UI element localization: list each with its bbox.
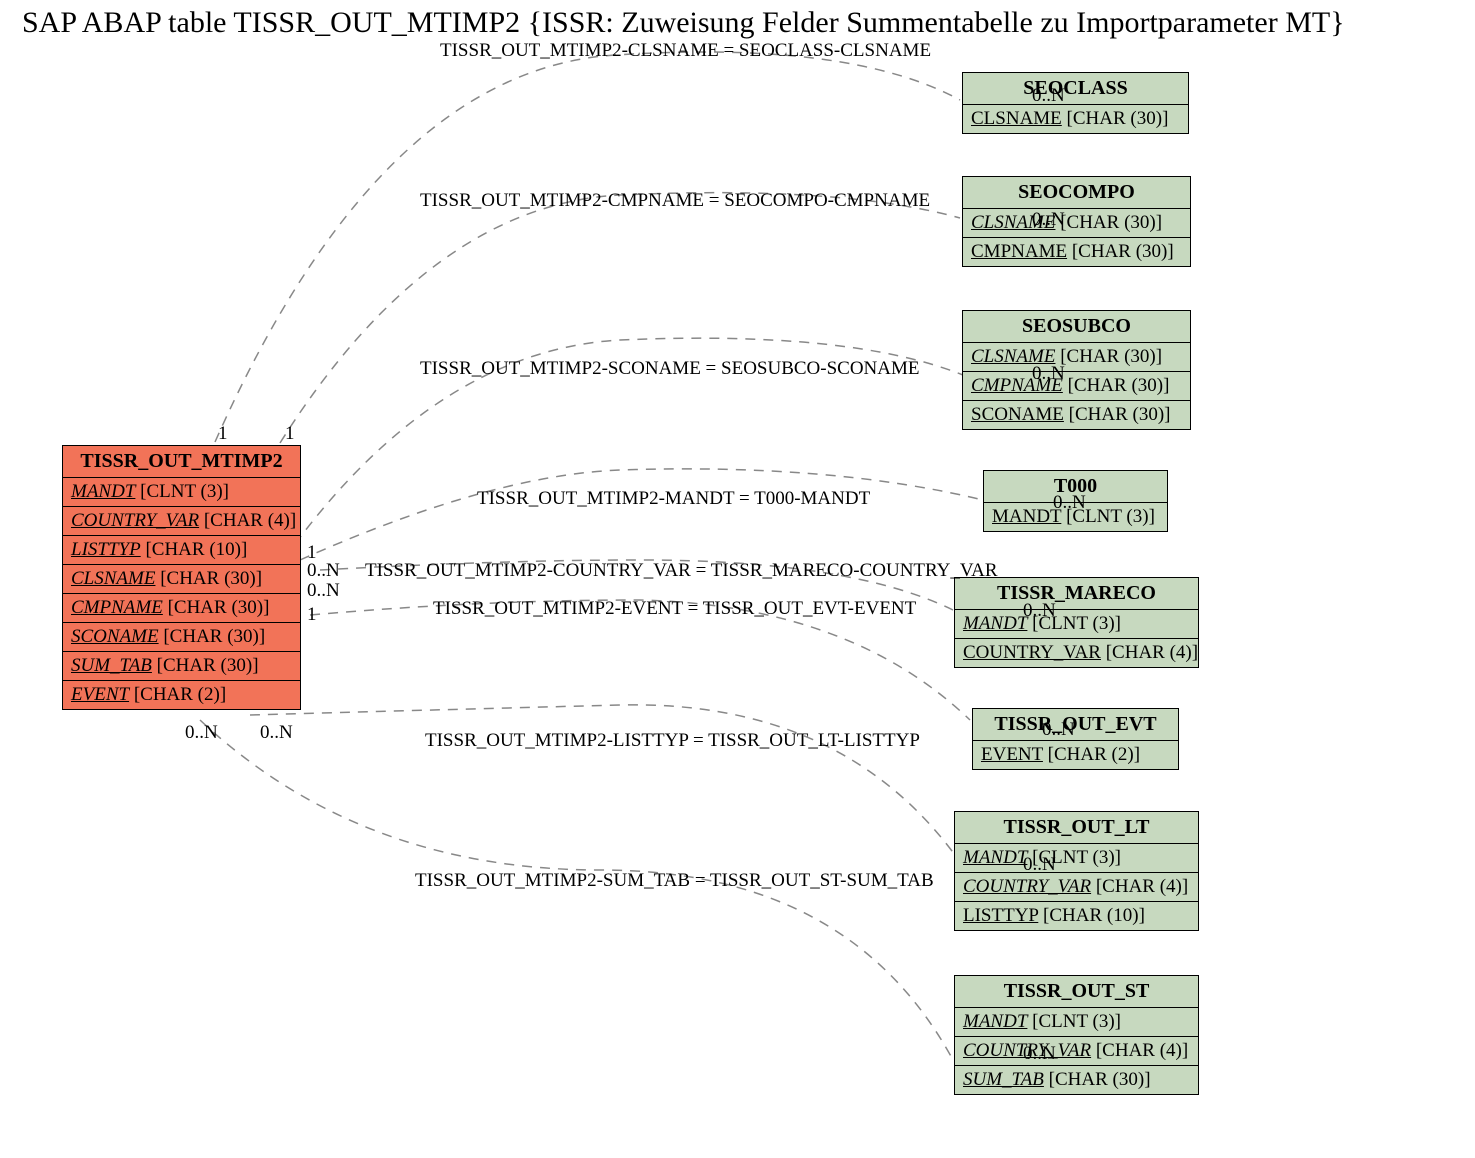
relation-label: TISSR_OUT_MTIMP2-COUNTRY_VAR = TISSR_MAR… [365,560,998,582]
relation-label: TISSR_OUT_MTIMP2-CLSNAME = SEOCLASS-CLSN… [440,40,931,62]
cardinality: 0..N [1023,1043,1056,1065]
entity-seosubco: SEOSUBCO CLSNAME [CHAR (30)] CMPNAME [CH… [962,310,1191,430]
entity-title: TISSR_OUT_LT [955,812,1198,844]
cardinality: 0..N [1032,363,1065,385]
entity-tissr-out-lt: TISSR_OUT_LT MANDT [CLNT (3)] COUNTRY_VA… [954,811,1199,931]
entity-field: SUM_TAB [CHAR (30)] [955,1066,1198,1094]
cardinality: 0..N [185,722,218,744]
entity-title: SEOCOMPO [963,177,1190,209]
relation-label: TISSR_OUT_MTIMP2-SCONAME = SEOSUBCO-SCON… [420,358,920,380]
entity-field: EVENT [CHAR (2)] [63,681,300,709]
entity-title: SEOSUBCO [963,311,1190,343]
entity-field: SUM_TAB [CHAR (30)] [63,652,300,681]
cardinality: 0..N [1023,854,1056,876]
entity-field: CMPNAME [CHAR (30)] [963,372,1190,401]
entity-field: MANDT [CLNT (3)] [955,844,1198,873]
entity-tissr-out-st: TISSR_OUT_ST MANDT [CLNT (3)] COUNTRY_VA… [954,975,1199,1095]
entity-field: MANDT [CLNT (3)] [63,478,300,507]
entity-title: TISSR_OUT_EVT [973,709,1178,741]
entity-field: SCONAME [CHAR (30)] [63,623,300,652]
relation-label: TISSR_OUT_MTIMP2-CMPNAME = SEOCOMPO-CMPN… [420,190,930,212]
cardinality: 0..N [1032,85,1065,107]
cardinality: 0..N [307,560,340,582]
relation-label: TISSR_OUT_MTIMP2-MANDT = T000-MANDT [477,488,870,510]
entity-field: CLSNAME [CHAR (30)] [963,209,1190,238]
entity-field: SCONAME [CHAR (30)] [963,401,1190,429]
entity-tissr-mareco: TISSR_MARECO MANDT [CLNT (3)] COUNTRY_VA… [954,577,1199,668]
cardinality: 1 [307,604,317,626]
entity-title: TISSR_OUT_ST [955,976,1198,1008]
entity-field: LISTTYP [CHAR (10)] [955,902,1198,930]
cardinality: 1 [218,423,228,445]
page-title: SAP ABAP table TISSR_OUT_MTIMP2 {ISSR: Z… [22,6,1345,40]
entity-field: CLSNAME [CHAR (30)] [963,105,1188,133]
cardinality: 0..N [1053,492,1086,514]
relation-label: TISSR_OUT_MTIMP2-LISTTYP = TISSR_OUT_LT-… [425,730,920,752]
cardinality: 0..N [1023,600,1056,622]
entity-field: MANDT [CLNT (3)] [955,610,1198,639]
cardinality: 0..N [1032,209,1065,231]
entity-seocompo: SEOCOMPO CLSNAME [CHAR (30)] CMPNAME [CH… [962,176,1191,267]
relation-label: TISSR_OUT_MTIMP2-EVENT = TISSR_OUT_EVT-E… [433,598,916,620]
entity-seoclass: SEOCLASS CLSNAME [CHAR (30)] [962,72,1189,134]
entity-title: SEOCLASS [963,73,1188,105]
cardinality: 0..N [307,580,340,602]
entity-field: COUNTRY_VAR [CHAR (4)] [955,639,1198,667]
entity-tissr-out-mtimp2: TISSR_OUT_MTIMP2 MANDT [CLNT (3)] COUNTR… [62,445,301,710]
entity-field: COUNTRY_VAR [CHAR (4)] [63,507,300,536]
entity-field: CLSNAME [CHAR (30)] [63,565,300,594]
entity-field: MANDT [CLNT (3)] [955,1008,1198,1037]
cardinality: 1 [285,423,295,445]
entity-title: TISSR_MARECO [955,578,1198,610]
entity-field: CMPNAME [CHAR (30)] [963,238,1190,266]
relation-label: TISSR_OUT_MTIMP2-SUM_TAB = TISSR_OUT_ST-… [415,870,934,892]
entity-field: LISTTYP [CHAR (10)] [63,536,300,565]
cardinality: 0..N [1042,719,1075,741]
entity-field: EVENT [CHAR (2)] [973,741,1178,769]
entity-field: CMPNAME [CHAR (30)] [63,594,300,623]
cardinality: 0..N [260,722,293,744]
entity-field: COUNTRY_VAR [CHAR (4)] [955,1037,1198,1066]
entity-field: CLSNAME [CHAR (30)] [963,343,1190,372]
entity-field: COUNTRY_VAR [CHAR (4)] [955,873,1198,902]
entity-title: TISSR_OUT_MTIMP2 [63,446,300,478]
entity-tissr-out-evt: TISSR_OUT_EVT EVENT [CHAR (2)] [972,708,1179,770]
